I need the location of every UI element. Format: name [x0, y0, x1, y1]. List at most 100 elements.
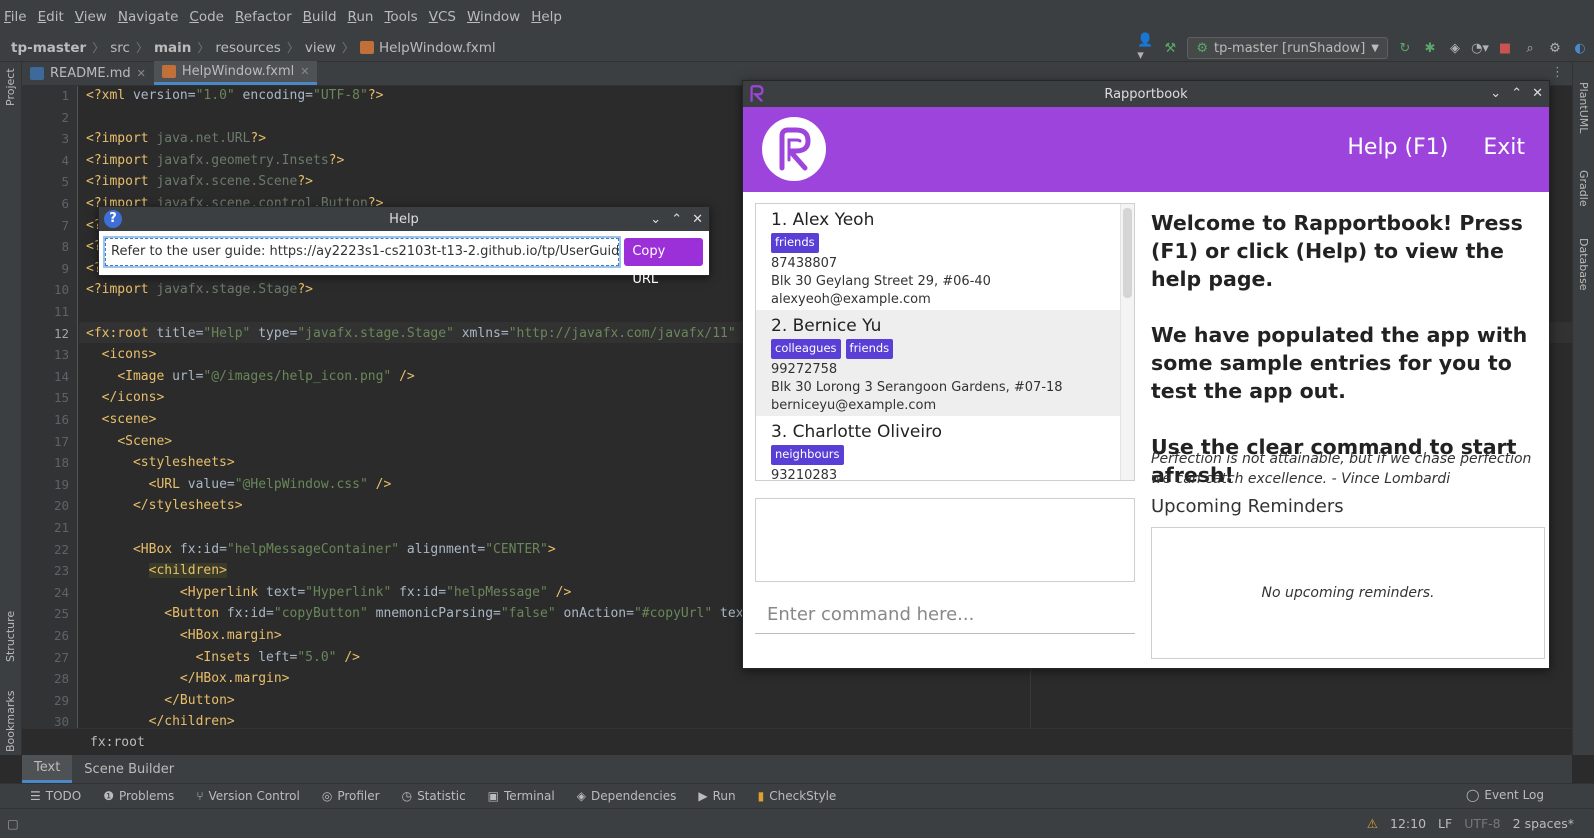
person-list-scrollbar[interactable]	[1123, 208, 1132, 298]
person-card[interactable]: 1. Alex Yeoh friends 87438807 Blk 30 Gey…	[756, 204, 1122, 310]
breadcrumb-project[interactable]: tp-master	[11, 40, 86, 56]
code-line[interactable]: <?import javafx.geometry.Insets?>	[86, 153, 344, 168]
minimize-icon[interactable]: ⌄	[1490, 86, 1501, 101]
command-input[interactable]: Enter command here...	[755, 598, 1135, 634]
tab-helpwindow-fxml[interactable]: HelpWindow.fxml ✕	[153, 61, 318, 85]
code-line[interactable]: <icons>	[86, 347, 157, 362]
build-hammer-icon[interactable]: ⚒	[1162, 40, 1178, 56]
code-line[interactable]: <fx:root title="Help" type="javafx.stage…	[86, 326, 736, 341]
file-encoding[interactable]: UTF-8	[1464, 816, 1500, 831]
code-line[interactable]: <Button fx:id="copyButton" mnemonicParsi…	[86, 606, 743, 621]
editor-breadcrumb[interactable]: fx:root	[22, 728, 1572, 755]
tool-checkstyle[interactable]: ▮ CheckStyle	[758, 789, 837, 803]
plantuml-tool-tab[interactable]: PlantUML	[1577, 82, 1590, 133]
rapportbook-titlebar[interactable]: Rapportbook ⌄ ⌃ ✕	[743, 81, 1549, 107]
menu-window[interactable]: Window	[467, 9, 520, 25]
more-options-icon[interactable]: ⋮	[1551, 65, 1564, 80]
tool-version-control[interactable]: ⑂ Version Control	[196, 789, 300, 803]
breadcrumb-file[interactable]: HelpWindow.fxml	[379, 40, 496, 56]
menu-run[interactable]: Run	[348, 9, 374, 25]
project-tool-tab[interactable]: Project	[4, 68, 17, 106]
menu-build[interactable]: Build	[303, 9, 337, 25]
tool-profiler[interactable]: ◎ Profiler	[322, 789, 380, 803]
menu-tools[interactable]: Tools	[384, 9, 417, 25]
plugin-icon[interactable]: ◐	[1572, 40, 1588, 56]
code-line[interactable]: <HBox.margin>	[86, 628, 282, 643]
help-url-message[interactable]: Refer to the user guide: https://ay2223s…	[105, 238, 620, 266]
rerun-icon[interactable]: ↻	[1397, 40, 1413, 56]
tool-terminal[interactable]: ▣ Terminal	[488, 789, 555, 803]
indent-setting[interactable]: 2 spaces*	[1513, 816, 1574, 831]
exit-menu[interactable]: Exit	[1483, 135, 1525, 160]
code-line[interactable]: <Image url="@/images/help_icon.png" />	[86, 369, 414, 384]
warning-icon[interactable]: ⚠	[1367, 816, 1378, 831]
tab-readme[interactable]: README.md ✕	[22, 61, 154, 85]
line-separator[interactable]: LF	[1438, 816, 1452, 831]
person-card[interactable]: 2. Bernice Yu colleagues friends 9927275…	[756, 310, 1122, 416]
tool-statistic[interactable]: ◷ Statistic	[402, 789, 466, 803]
help-window-titlebar[interactable]: ? Help ⌄ ⌃ ✕	[99, 207, 709, 231]
code-line[interactable]: <stylesheets>	[86, 455, 235, 470]
layout-toggle-icon[interactable]: ▢	[7, 816, 19, 831]
menu-view[interactable]: View	[75, 9, 107, 25]
menu-vcs[interactable]: VCS	[429, 9, 456, 25]
run-configuration-select[interactable]: ⚙ tp-master [runShadow] ▼	[1187, 37, 1388, 59]
breadcrumb-main[interactable]: main	[154, 40, 191, 56]
menu-help[interactable]: Help	[531, 9, 562, 25]
code-line[interactable]: <?import java.net.URL?>	[86, 131, 266, 146]
maximize-icon[interactable]: ⌃	[671, 212, 682, 227]
menu-edit[interactable]: Edit	[38, 9, 64, 25]
breadcrumb-resources[interactable]: resources	[215, 40, 280, 56]
breadcrumb-view[interactable]: view	[305, 40, 336, 56]
tool-todo[interactable]: ☰ TODO	[30, 789, 81, 803]
tab-text[interactable]: Text	[22, 755, 73, 783]
code-line[interactable]: <URL value="@HelpWindow.css" />	[86, 477, 392, 492]
code-line[interactable]: <?import javafx.scene.Scene?>	[86, 174, 313, 189]
tool-run[interactable]: ▶ Run	[698, 789, 735, 803]
user-icon[interactable]: 👤▾	[1137, 33, 1153, 63]
search-icon[interactable]: ⌕	[1522, 40, 1538, 56]
person-card[interactable]: 3. Charlotte Oliveiro neighbours 9321028…	[756, 416, 1122, 480]
tool-problems[interactable]: ❶ Problems	[103, 789, 174, 803]
gradle-tool-tab[interactable]: Gradle	[1577, 170, 1590, 207]
code-line[interactable]: <Hyperlink text="Hyperlink" fx:id="helpM…	[86, 585, 571, 600]
close-icon[interactable]: ✕	[692, 212, 703, 227]
code-line[interactable]: <?xml version="1.0" encoding="UTF-8"?>	[86, 88, 383, 103]
close-icon[interactable]: ✕	[1532, 86, 1543, 101]
tool-event-log[interactable]: ◯ Event Log	[1466, 788, 1544, 802]
profile-icon[interactable]: ◔▾	[1471, 40, 1489, 56]
person-list[interactable]: 1. Alex Yeoh friends 87438807 Blk 30 Gey…	[755, 203, 1135, 481]
tab-scene-builder[interactable]: Scene Builder	[72, 755, 186, 783]
code-line[interactable]: <Scene>	[86, 434, 172, 449]
close-icon[interactable]: ✕	[137, 67, 146, 80]
code-line[interactable]: </icons>	[86, 390, 165, 405]
code-line[interactable]: </Button>	[86, 693, 234, 708]
code-line[interactable]: <children>	[86, 563, 227, 579]
person-name: 3. Charlotte Oliveiro	[771, 422, 943, 442]
code-line[interactable]: <?import javafx.stage.Stage?>	[86, 282, 313, 297]
menu-code[interactable]: Code	[189, 9, 224, 25]
menu-navigate[interactable]: Navigate	[118, 9, 179, 25]
settings-gear-icon[interactable]: ⚙	[1547, 40, 1563, 56]
menu-file[interactable]: File	[4, 9, 27, 25]
menu-refactor[interactable]: Refactor	[235, 9, 292, 25]
coverage-icon[interactable]: ◈	[1447, 40, 1463, 56]
close-icon[interactable]: ✕	[300, 65, 309, 78]
code-line[interactable]: <Insets left="5.0" />	[86, 650, 360, 665]
debug-icon[interactable]: ✱	[1422, 40, 1438, 56]
minimize-icon[interactable]: ⌄	[650, 212, 661, 227]
bookmarks-tool-tab[interactable]: Bookmarks	[4, 691, 17, 752]
code-line[interactable]: <HBox fx:id="helpMessageContainer" align…	[86, 542, 556, 557]
database-tool-tab[interactable]: Database	[1577, 238, 1590, 291]
breadcrumb-src[interactable]: src	[110, 40, 130, 56]
code-line[interactable]: </stylesheets>	[86, 498, 243, 513]
help-menu[interactable]: Help (F1)	[1347, 135, 1448, 160]
copy-url-button[interactable]: Copy URL	[624, 238, 703, 287]
code-line[interactable]: <scene>	[86, 412, 157, 427]
maximize-icon[interactable]: ⌃	[1511, 86, 1522, 101]
stop-icon[interactable]: ■	[1497, 40, 1513, 56]
tool-dependencies[interactable]: ◈ Dependencies	[577, 789, 677, 803]
caret-position[interactable]: 12:10	[1390, 816, 1426, 831]
code-line[interactable]: </HBox.margin>	[86, 671, 290, 686]
structure-tool-tab[interactable]: Structure	[4, 611, 17, 662]
